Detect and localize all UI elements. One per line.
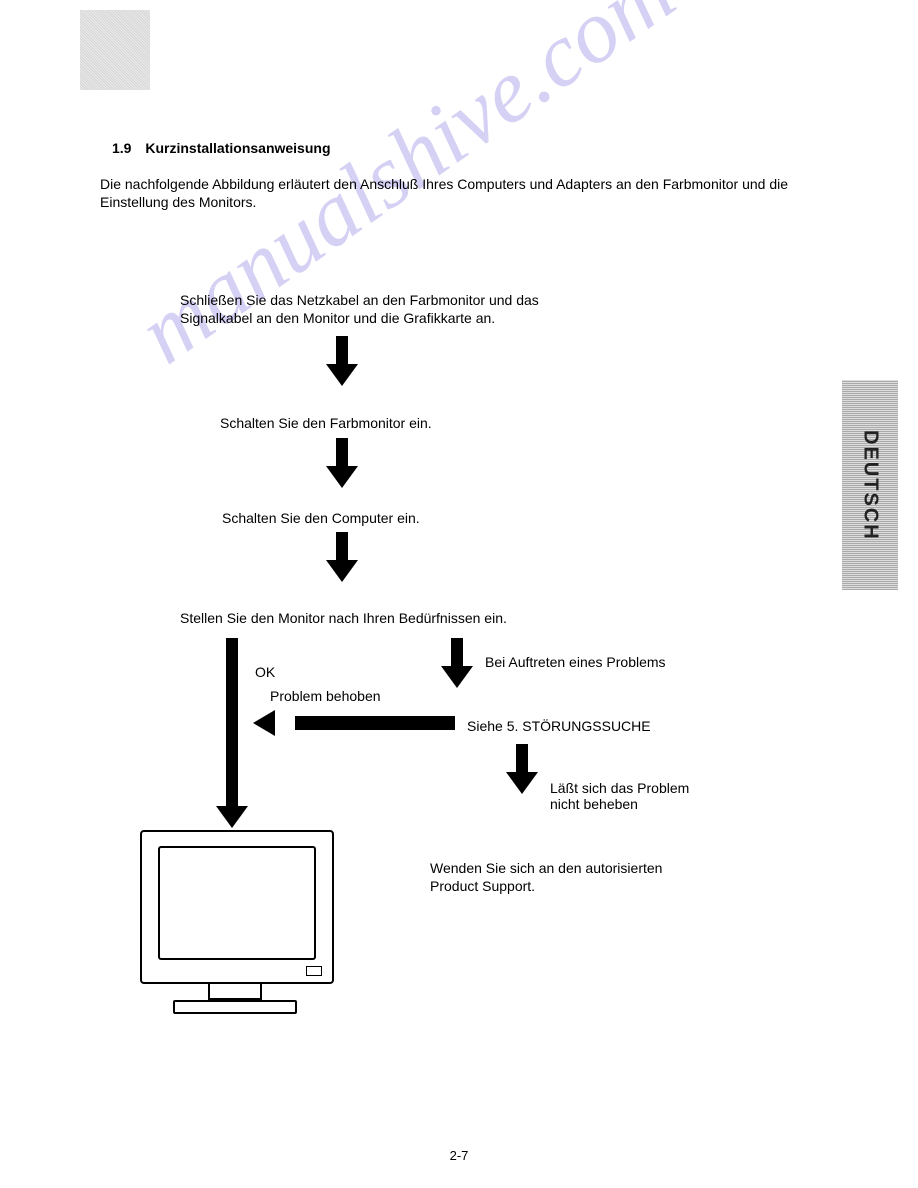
arrow-down-icon xyxy=(330,532,354,582)
monitor-case xyxy=(140,830,334,984)
step-adjust-monitor: Stellen Sie den Monitor nach Ihren Bedür… xyxy=(180,610,507,628)
monitor-screen xyxy=(158,846,316,960)
monitor-base xyxy=(173,1000,297,1014)
step-connect-cables: Schließen Sie das Netzkabel an den Farbm… xyxy=(180,292,560,327)
step-troubleshooting: Siehe 5. STÖRUNGSSUCHE xyxy=(467,718,651,736)
label-problem-resolved: Problem behoben xyxy=(270,688,381,704)
arrow-down-icon xyxy=(330,336,354,386)
language-tab: DEUTSCH xyxy=(842,380,898,590)
arrow-down-icon xyxy=(330,438,354,488)
scan-noise-corner xyxy=(80,10,150,90)
step-power-computer: Schalten Sie den Computer ein. xyxy=(222,510,420,528)
arrow-left-icon xyxy=(275,710,455,736)
intro-paragraph: Die nachfolgende Abbildung erläutert den… xyxy=(100,175,800,211)
step-contact-support: Wenden Sie sich an den autorisierten Pro… xyxy=(430,860,710,895)
label-problem-occurs: Bei Auftreten eines Problems xyxy=(485,654,705,670)
label-problem-unresolved: Läßt sich das Problem nicht beheben xyxy=(550,780,720,812)
arrow-down-icon xyxy=(445,638,469,688)
monitor-power-button xyxy=(306,966,322,976)
section-title: Kurzinstallationsanweisung xyxy=(145,140,330,156)
monitor-neck xyxy=(208,984,262,1000)
label-ok: OK xyxy=(255,664,275,680)
page-number: 2-7 xyxy=(0,1148,918,1163)
section-heading: 1.9 Kurzinstallationsanweisung xyxy=(112,140,331,156)
arrow-down-icon xyxy=(220,638,244,828)
monitor-illustration xyxy=(140,830,330,1014)
arrow-down-icon xyxy=(510,744,534,794)
language-tab-label: DEUTSCH xyxy=(859,430,882,541)
section-number: 1.9 xyxy=(112,140,131,156)
step-power-monitor: Schalten Sie den Farbmonitor ein. xyxy=(220,415,432,433)
